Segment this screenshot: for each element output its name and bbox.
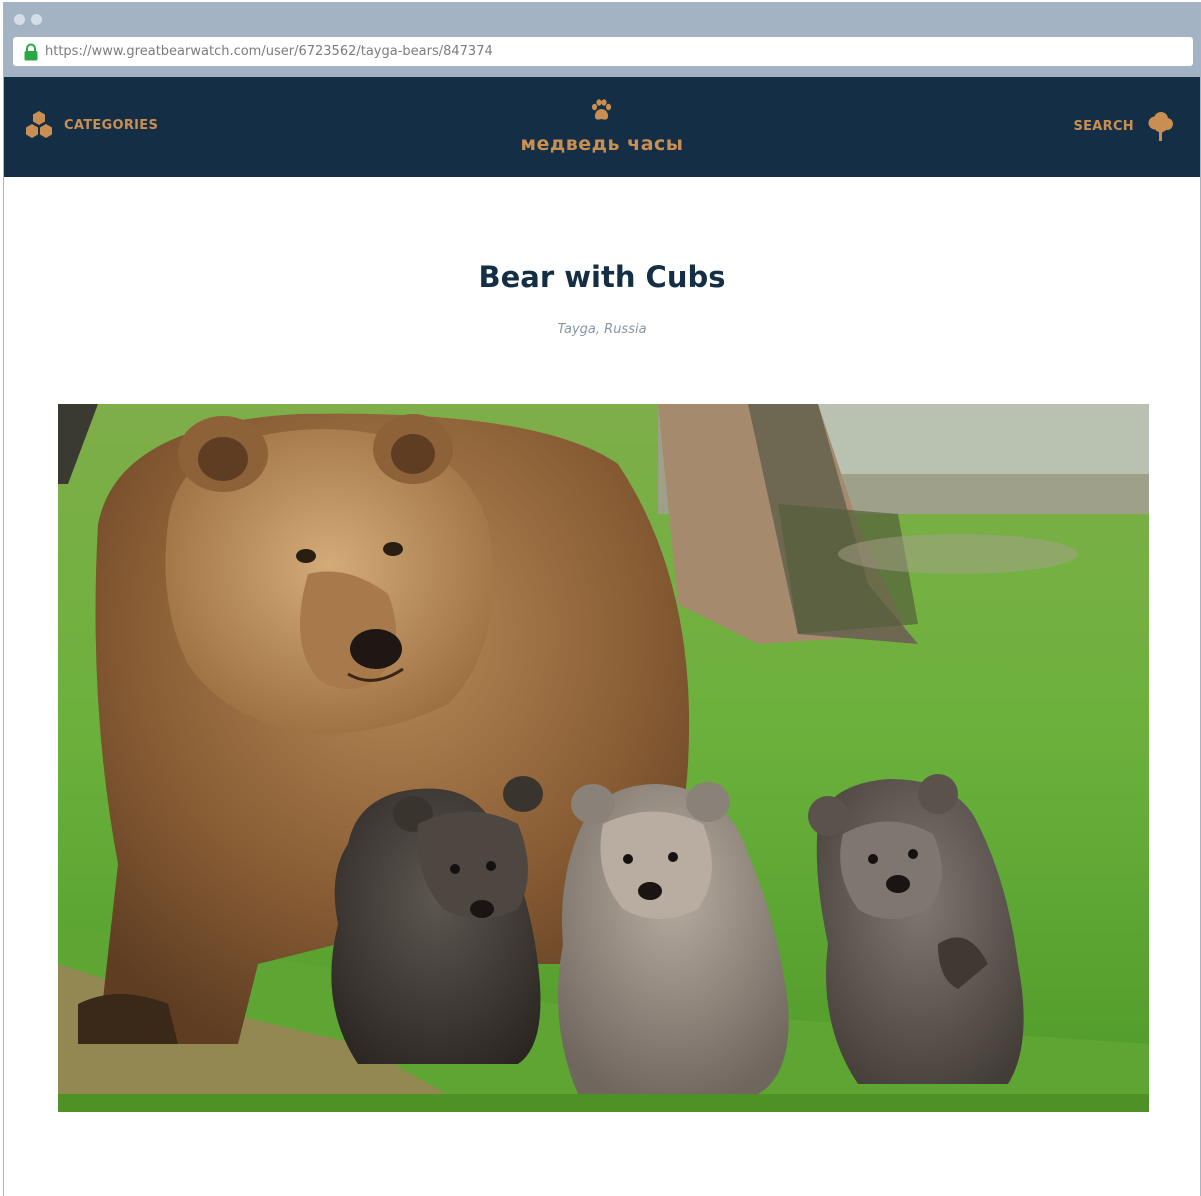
paw-icon bbox=[592, 99, 612, 120]
site-header: CATEGORIES медведь часы SEARCH bbox=[4, 77, 1200, 177]
location-caption: Tayga, Russia bbox=[557, 322, 647, 337]
site-logo[interactable]: медведь часы bbox=[521, 98, 684, 155]
tree-icon bbox=[1148, 112, 1173, 141]
categories-label: CATEGORIES bbox=[64, 117, 159, 133]
url-text: https://www.greatbearwatch.com/user/6723… bbox=[45, 44, 493, 59]
lock-icon bbox=[24, 43, 38, 60]
address-bar[interactable]: https://www.greatbearwatch.com/user/6723… bbox=[13, 37, 1193, 66]
search-menu[interactable]: SEARCH bbox=[1073, 110, 1176, 142]
page-title: Bear with Cubs bbox=[478, 260, 726, 294]
window-minimize-dot[interactable] bbox=[31, 14, 42, 25]
window-close-dot[interactable] bbox=[14, 14, 25, 25]
categories-menu[interactable]: CATEGORIES bbox=[24, 110, 158, 140]
hexagons-icon bbox=[26, 111, 52, 138]
browser-window: https://www.greatbearwatch.com/user/6723… bbox=[3, 2, 1201, 1196]
search-label: SEARCH bbox=[1073, 118, 1134, 134]
brand-name: медведь часы bbox=[520, 133, 684, 155]
bear-photo bbox=[58, 404, 1149, 1112]
browser-chrome: https://www.greatbearwatch.com/user/6723… bbox=[4, 2, 1200, 77]
